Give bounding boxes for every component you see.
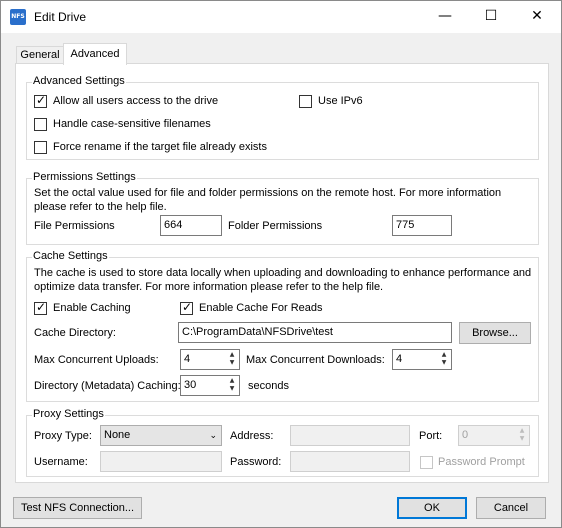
checkmark-icon: ✓ bbox=[36, 93, 47, 107]
proxy-type-label: Proxy Type: bbox=[34, 430, 92, 442]
enable-cache-reads-checkbox[interactable]: ✓ bbox=[180, 300, 193, 315]
max-downloads-spin-buttons[interactable]: ▲ ▼ bbox=[438, 351, 450, 368]
folder-permissions-input[interactable]: 775 bbox=[392, 215, 452, 236]
permissions-settings-title: Permissions Settings bbox=[32, 171, 137, 183]
file-permissions-input[interactable]: 664 bbox=[160, 215, 222, 236]
password-prompt-label[interactable]: Password Prompt bbox=[438, 456, 525, 468]
metadata-caching-spin-buttons[interactable]: ▲ ▼ bbox=[226, 377, 238, 394]
port-spin-buttons[interactable]: ▲ ▼ bbox=[516, 427, 528, 444]
spin-down-icon[interactable]: ▼ bbox=[226, 385, 238, 393]
spin-up-icon[interactable]: ▲ bbox=[226, 377, 238, 385]
port-label: Port: bbox=[419, 430, 443, 442]
test-nfs-connection-button[interactable]: Test NFS Connection... bbox=[13, 497, 142, 519]
enable-cache-reads-label[interactable]: Enable Cache For Reads bbox=[199, 302, 323, 314]
case-sensitive-checkbox[interactable] bbox=[34, 118, 47, 131]
address-input[interactable] bbox=[290, 425, 410, 446]
case-sensitive-label[interactable]: Handle case-sensitive filenames bbox=[53, 118, 211, 130]
metadata-caching-unit: seconds bbox=[248, 380, 289, 392]
use-ipv6-checkbox[interactable] bbox=[299, 95, 312, 108]
spin-up-icon[interactable]: ▲ bbox=[226, 351, 238, 359]
spin-up-icon[interactable]: ▲ bbox=[516, 427, 528, 435]
cache-description: The cache is used to store data locally … bbox=[34, 267, 532, 293]
tab-advanced[interactable]: Advanced bbox=[63, 43, 127, 65]
permissions-description: Set the octal value used for file and fo… bbox=[34, 187, 502, 213]
app-icon: NFS bbox=[10, 9, 26, 25]
enable-caching-label[interactable]: Enable Caching bbox=[53, 302, 131, 314]
spin-down-icon[interactable]: ▼ bbox=[438, 359, 450, 367]
file-permissions-label: File Permissions bbox=[34, 220, 115, 232]
spin-down-icon[interactable]: ▼ bbox=[516, 435, 528, 443]
cancel-button[interactable]: Cancel bbox=[476, 497, 546, 519]
max-uploads-spin-buttons[interactable]: ▲ ▼ bbox=[226, 351, 238, 368]
checkmark-icon: ✓ bbox=[36, 300, 47, 314]
allow-all-users-label[interactable]: Allow all users access to the drive bbox=[53, 95, 218, 107]
metadata-caching-value: 30 bbox=[184, 379, 197, 391]
chevron-down-icon: ⌄ bbox=[209, 431, 217, 441]
checkmark-icon: ✓ bbox=[182, 300, 193, 314]
ok-button[interactable]: OK bbox=[397, 497, 467, 519]
close-button[interactable]: ✕ bbox=[514, 1, 560, 32]
max-uploads-spinner[interactable]: 4 ▲ ▼ bbox=[180, 349, 240, 370]
window-title: Edit Drive bbox=[34, 10, 87, 24]
username-label: Username: bbox=[34, 456, 88, 468]
title-bar[interactable]: NFS Edit Drive — ☐ ✕ bbox=[1, 1, 561, 33]
tab-general[interactable]: General bbox=[16, 46, 64, 64]
metadata-caching-spinner[interactable]: 30 ▲ ▼ bbox=[180, 375, 240, 396]
cache-directory-input[interactable]: C:\ProgramData\NFSDrive\test bbox=[178, 322, 452, 343]
force-rename-label[interactable]: Force rename if the target file already … bbox=[53, 141, 267, 153]
max-downloads-spinner[interactable]: 4 ▲ ▼ bbox=[392, 349, 452, 370]
proxy-type-select[interactable]: None ⌄ bbox=[100, 425, 222, 446]
max-uploads-value: 4 bbox=[184, 353, 191, 365]
password-input[interactable] bbox=[290, 451, 410, 472]
browse-button[interactable]: Browse... bbox=[459, 322, 531, 344]
port-value: 0 bbox=[462, 429, 469, 441]
address-label: Address: bbox=[230, 430, 274, 442]
advanced-settings-title: Advanced Settings bbox=[32, 75, 126, 87]
port-spinner[interactable]: 0 ▲ ▼ bbox=[458, 425, 530, 446]
password-prompt-checkbox[interactable] bbox=[420, 456, 433, 469]
spin-up-icon[interactable]: ▲ bbox=[438, 351, 450, 359]
metadata-caching-label: Directory (Metadata) Caching: bbox=[34, 380, 181, 392]
proxy-type-value: None bbox=[104, 429, 131, 441]
max-downloads-value: 4 bbox=[396, 353, 403, 365]
max-uploads-label: Max Concurrent Uploads: bbox=[34, 354, 159, 366]
cache-settings-title: Cache Settings bbox=[32, 250, 109, 262]
password-label: Password: bbox=[230, 456, 282, 468]
advanced-tab-panel: Advanced Settings ✓ Allow all users acce… bbox=[15, 63, 549, 483]
force-rename-checkbox[interactable] bbox=[34, 141, 47, 154]
username-input[interactable] bbox=[100, 451, 222, 472]
minimize-button[interactable]: — bbox=[422, 1, 468, 32]
allow-all-users-checkbox[interactable]: ✓ bbox=[34, 93, 47, 108]
max-downloads-label: Max Concurrent Downloads: bbox=[246, 354, 385, 366]
spin-down-icon[interactable]: ▼ bbox=[226, 359, 238, 367]
cache-directory-label: Cache Directory: bbox=[34, 327, 116, 339]
proxy-settings-title: Proxy Settings bbox=[32, 408, 105, 420]
enable-caching-checkbox[interactable]: ✓ bbox=[34, 300, 47, 315]
maximize-button[interactable]: ☐ bbox=[468, 1, 514, 32]
use-ipv6-label[interactable]: Use IPv6 bbox=[318, 95, 363, 107]
folder-permissions-label: Folder Permissions bbox=[228, 220, 323, 232]
edit-drive-window: NFS Edit Drive — ☐ ✕ General Advanced Ad… bbox=[0, 0, 562, 528]
